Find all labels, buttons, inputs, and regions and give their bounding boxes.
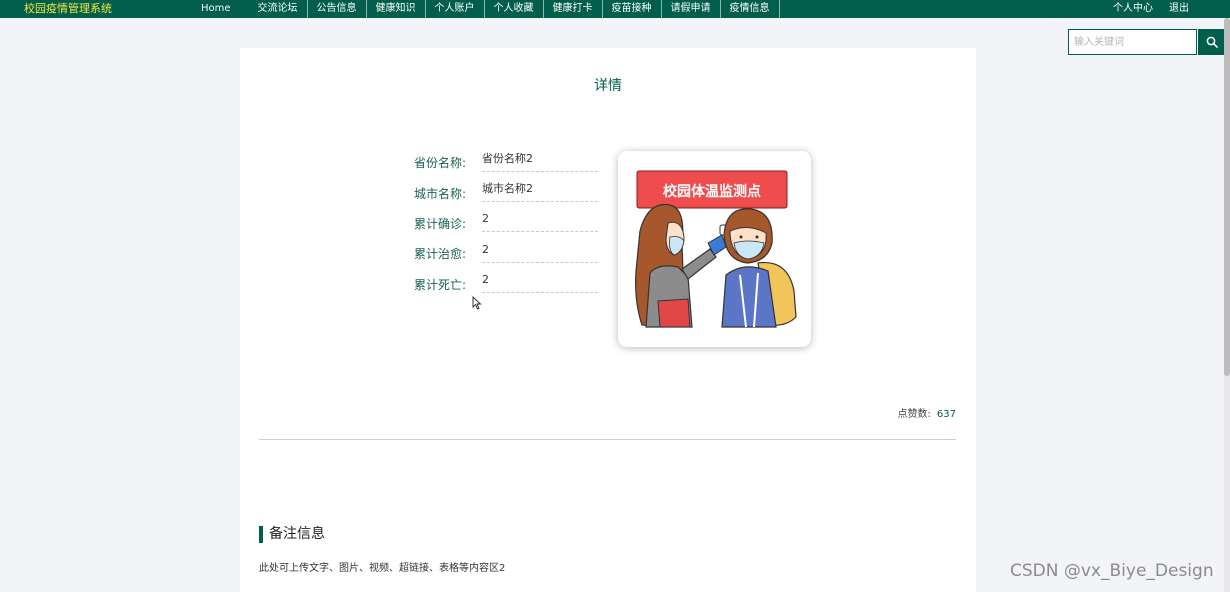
field-value-cured: 2 — [482, 241, 598, 263]
temperature-check-illustration: 校园体温监测点 — [635, 170, 797, 328]
search-icon — [1206, 36, 1218, 48]
nav-epidemic-info[interactable]: 疫情信息 — [721, 0, 780, 18]
nav-vaccination[interactable]: 疫苗接种 — [603, 0, 662, 18]
nav-health-knowledge[interactable]: 健康知识 — [367, 0, 426, 18]
nav-health-checkin[interactable]: 健康打卡 — [544, 0, 603, 18]
nav-forum[interactable]: 交流论坛 — [249, 0, 308, 18]
nav-personal-account[interactable]: 个人账户 — [426, 0, 485, 18]
logout-link[interactable]: 退出 — [1169, 0, 1189, 18]
user-nav: 个人中心 退出 — [1113, 0, 1189, 18]
field-label-deaths: 累计死亡: — [413, 278, 466, 292]
nav-favorites[interactable]: 个人收藏 — [485, 0, 544, 18]
field-label-confirmed: 累计确诊: — [413, 217, 466, 231]
watermark: CSDN @vx_Biye_Design — [1010, 561, 1214, 581]
page-title: 详情 — [594, 78, 622, 94]
image-banner-text: 校园体温监测点 — [663, 183, 761, 200]
likes-number: 637 — [936, 409, 956, 420]
main-nav: Home 交流论坛 公告信息 健康知识 个人账户 个人收藏 健康打卡 疫苗接种 … — [186, 0, 780, 18]
field-value-province: 省份名称2 — [482, 150, 598, 172]
section-divider — [259, 439, 956, 440]
field-label-cured: 累计治愈: — [413, 247, 466, 261]
nav-announcements[interactable]: 公告信息 — [308, 0, 367, 18]
search-input[interactable] — [1068, 29, 1197, 55]
field-value-confirmed: 2 — [482, 210, 598, 232]
likes-label: 点赞数: — [897, 409, 931, 420]
detail-image: 校园体温监测点 — [618, 151, 811, 347]
site-brand[interactable]: 校园疫情管理系统 — [24, 0, 112, 18]
page-scrollbar[interactable] — [1224, 18, 1230, 592]
likes-count: 点赞数: 637 — [898, 405, 956, 420]
remark-heading: 备注信息 — [259, 526, 325, 543]
field-label-city: 城市名称: — [413, 187, 466, 201]
scrollbar-thumb[interactable] — [1224, 18, 1230, 376]
search-button[interactable] — [1198, 29, 1225, 55]
field-label-province: 省份名称: — [413, 156, 466, 170]
field-value-deaths: 2 — [482, 271, 598, 293]
mouse-cursor-icon — [472, 296, 482, 310]
detail-card: 详情 省份名称: 省份名称2 城市名称: 城市名称2 累计确诊: 2 累计治愈:… — [240, 48, 976, 592]
user-center-link[interactable]: 个人中心 — [1113, 0, 1153, 18]
nav-leave-request[interactable]: 请假申请 — [662, 0, 721, 18]
top-nav-bar: 校园疫情管理系统 Home 交流论坛 公告信息 健康知识 个人账户 个人收藏 健… — [0, 0, 1230, 18]
remark-content: 此处可上传文字、图片、视频、超链接、表格等内容区2 — [259, 563, 506, 574]
field-value-city: 城市名称2 — [482, 180, 598, 202]
nav-home[interactable]: Home — [186, 0, 249, 18]
